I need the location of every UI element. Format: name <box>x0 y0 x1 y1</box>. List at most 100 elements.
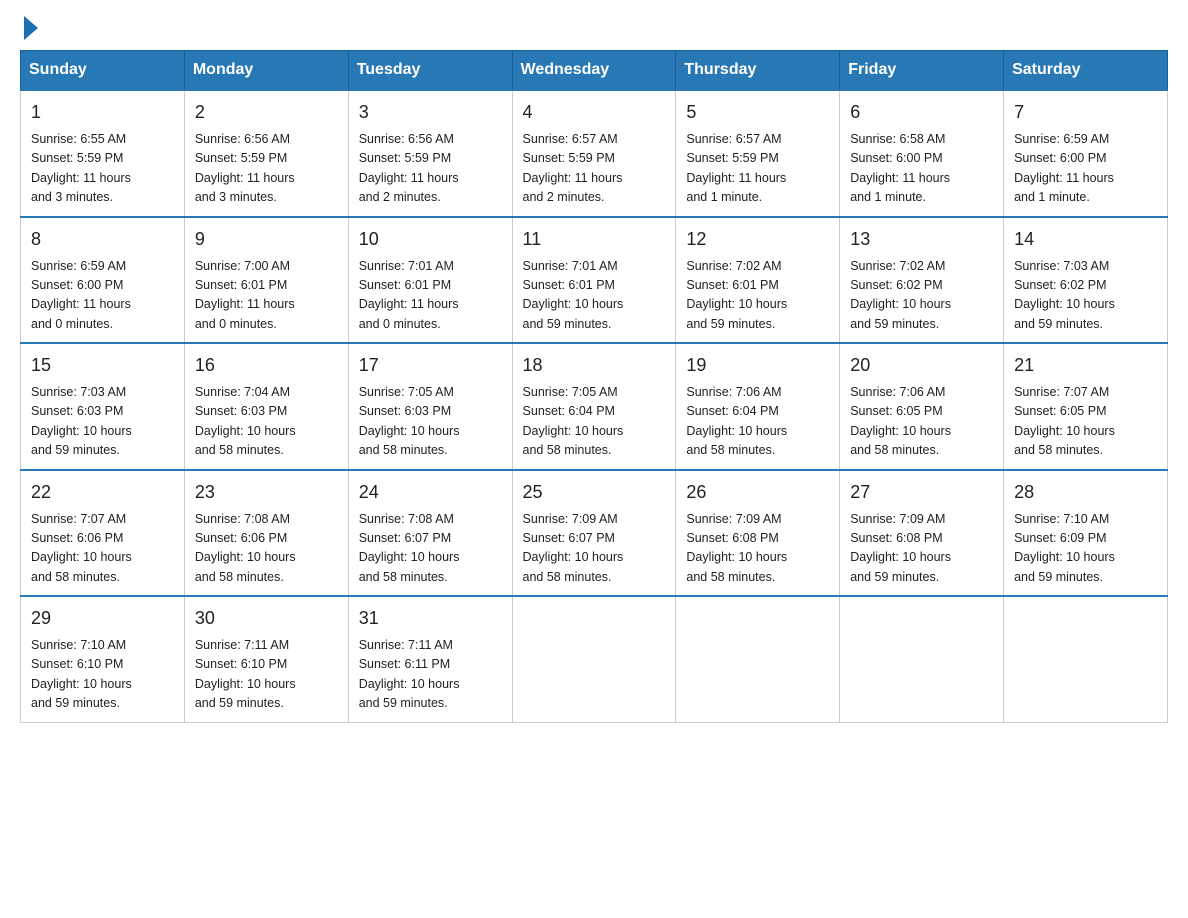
day-info: Sunrise: 7:05 AM Sunset: 6:04 PM Dayligh… <box>523 383 666 461</box>
day-info: Sunrise: 6:57 AM Sunset: 5:59 PM Dayligh… <box>523 130 666 208</box>
day-info: Sunrise: 6:55 AM Sunset: 5:59 PM Dayligh… <box>31 130 174 208</box>
calendar-empty-cell <box>1004 596 1168 722</box>
calendar-week-row: 1 Sunrise: 6:55 AM Sunset: 5:59 PM Daylig… <box>21 90 1168 217</box>
day-number: 1 <box>31 99 174 126</box>
calendar-day-16: 16 Sunrise: 7:04 AM Sunset: 6:03 PM Dayli… <box>184 343 348 470</box>
day-info: Sunrise: 7:09 AM Sunset: 6:08 PM Dayligh… <box>686 510 829 588</box>
day-info: Sunrise: 7:11 AM Sunset: 6:11 PM Dayligh… <box>359 636 502 714</box>
calendar-table: SundayMondayTuesdayWednesdayThursdayFrid… <box>20 50 1168 723</box>
logo-arrow-icon <box>24 16 38 40</box>
day-number: 11 <box>523 226 666 253</box>
day-number: 4 <box>523 99 666 126</box>
calendar-header-row: SundayMondayTuesdayWednesdayThursdayFrid… <box>21 51 1168 91</box>
day-number: 14 <box>1014 226 1157 253</box>
day-info: Sunrise: 6:56 AM Sunset: 5:59 PM Dayligh… <box>195 130 338 208</box>
calendar-day-22: 22Sunrise: 7:07 AM Sunset: 6:06 PM Dayli… <box>21 470 185 597</box>
day-number: 28 <box>1014 479 1157 506</box>
header-day-tuesday: Tuesday <box>348 51 512 91</box>
day-info: Sunrise: 6:59 AM Sunset: 6:00 PM Dayligh… <box>1014 130 1157 208</box>
day-info: Sunrise: 7:03 AM Sunset: 6:03 PM Dayligh… <box>31 383 174 461</box>
day-info: Sunrise: 7:03 AM Sunset: 6:02 PM Dayligh… <box>1014 257 1157 335</box>
calendar-day-23: 23Sunrise: 7:08 AM Sunset: 6:06 PM Dayli… <box>184 470 348 597</box>
calendar-day-30: 30 Sunrise: 7:11 AM Sunset: 6:10 PM Dayli… <box>184 596 348 722</box>
calendar-week-row: 8 Sunrise: 6:59 AM Sunset: 6:00 PM Daylig… <box>21 217 1168 344</box>
calendar-empty-cell <box>512 596 676 722</box>
day-info: Sunrise: 7:08 AM Sunset: 6:07 PM Dayligh… <box>359 510 502 588</box>
day-number: 13 <box>850 226 993 253</box>
day-info: Sunrise: 7:07 AM Sunset: 6:05 PM Dayligh… <box>1014 383 1157 461</box>
calendar-day-28: 28 Sunrise: 7:10 AM Sunset: 6:09 PM Dayli… <box>1004 470 1168 597</box>
day-info: Sunrise: 7:04 AM Sunset: 6:03 PM Dayligh… <box>195 383 338 461</box>
day-info: Sunrise: 7:09 AM Sunset: 6:08 PM Dayligh… <box>850 510 993 588</box>
calendar-day-3: 3 Sunrise: 6:56 AM Sunset: 5:59 PM Daylig… <box>348 90 512 217</box>
day-number: 30 <box>195 605 338 632</box>
page-header <box>20 20 1168 32</box>
calendar-day-5: 5 Sunrise: 6:57 AM Sunset: 5:59 PM Daylig… <box>676 90 840 217</box>
calendar-day-10: 10Sunrise: 7:01 AM Sunset: 6:01 PM Dayli… <box>348 217 512 344</box>
calendar-week-row: 15 Sunrise: 7:03 AM Sunset: 6:03 PM Dayli… <box>21 343 1168 470</box>
header-day-sunday: Sunday <box>21 51 185 91</box>
day-number: 6 <box>850 99 993 126</box>
calendar-empty-cell <box>676 596 840 722</box>
calendar-day-11: 11 Sunrise: 7:01 AM Sunset: 6:01 PM Dayli… <box>512 217 676 344</box>
header-day-saturday: Saturday <box>1004 51 1168 91</box>
day-info: Sunrise: 6:56 AM Sunset: 5:59 PM Dayligh… <box>359 130 502 208</box>
day-number: 2 <box>195 99 338 126</box>
calendar-day-14: 14 Sunrise: 7:03 AM Sunset: 6:02 PM Dayli… <box>1004 217 1168 344</box>
day-number: 31 <box>359 605 502 632</box>
calendar-day-18: 18 Sunrise: 7:05 AM Sunset: 6:04 PM Dayli… <box>512 343 676 470</box>
day-info: Sunrise: 7:10 AM Sunset: 6:09 PM Dayligh… <box>1014 510 1157 588</box>
header-day-thursday: Thursday <box>676 51 840 91</box>
day-number: 9 <box>195 226 338 253</box>
day-info: Sunrise: 7:11 AM Sunset: 6:10 PM Dayligh… <box>195 636 338 714</box>
day-number: 8 <box>31 226 174 253</box>
day-info: Sunrise: 7:05 AM Sunset: 6:03 PM Dayligh… <box>359 383 502 461</box>
day-number: 27 <box>850 479 993 506</box>
day-info: Sunrise: 7:06 AM Sunset: 6:04 PM Dayligh… <box>686 383 829 461</box>
calendar-day-24: 24 Sunrise: 7:08 AM Sunset: 6:07 PM Dayli… <box>348 470 512 597</box>
day-info: Sunrise: 7:07 AM Sunset: 6:06 PM Dayligh… <box>31 510 174 588</box>
calendar-day-12: 12 Sunrise: 7:02 AM Sunset: 6:01 PM Dayli… <box>676 217 840 344</box>
day-number: 24 <box>359 479 502 506</box>
day-info: Sunrise: 6:59 AM Sunset: 6:00 PM Dayligh… <box>31 257 174 335</box>
day-info: Sunrise: 7:09 AM Sunset: 6:07 PM Dayligh… <box>523 510 666 588</box>
calendar-day-25: 25Sunrise: 7:09 AM Sunset: 6:07 PM Dayli… <box>512 470 676 597</box>
logo <box>20 20 38 32</box>
day-info: Sunrise: 7:02 AM Sunset: 6:01 PM Dayligh… <box>686 257 829 335</box>
calendar-week-row: 22Sunrise: 7:07 AM Sunset: 6:06 PM Dayli… <box>21 470 1168 597</box>
day-info: Sunrise: 7:02 AM Sunset: 6:02 PM Dayligh… <box>850 257 993 335</box>
day-number: 5 <box>686 99 829 126</box>
day-info: Sunrise: 6:57 AM Sunset: 5:59 PM Dayligh… <box>686 130 829 208</box>
calendar-day-15: 15 Sunrise: 7:03 AM Sunset: 6:03 PM Dayli… <box>21 343 185 470</box>
calendar-day-17: 17 Sunrise: 7:05 AM Sunset: 6:03 PM Dayli… <box>348 343 512 470</box>
day-info: Sunrise: 7:00 AM Sunset: 6:01 PM Dayligh… <box>195 257 338 335</box>
day-number: 19 <box>686 352 829 379</box>
day-number: 16 <box>195 352 338 379</box>
calendar-day-21: 21 Sunrise: 7:07 AM Sunset: 6:05 PM Dayli… <box>1004 343 1168 470</box>
day-info: Sunrise: 7:01 AM Sunset: 6:01 PM Dayligh… <box>523 257 666 335</box>
day-number: 10 <box>359 226 502 253</box>
calendar-day-9: 9 Sunrise: 7:00 AM Sunset: 6:01 PM Daylig… <box>184 217 348 344</box>
header-day-wednesday: Wednesday <box>512 51 676 91</box>
day-number: 21 <box>1014 352 1157 379</box>
header-day-friday: Friday <box>840 51 1004 91</box>
day-number: 3 <box>359 99 502 126</box>
day-number: 29 <box>31 605 174 632</box>
day-number: 15 <box>31 352 174 379</box>
calendar-empty-cell <box>840 596 1004 722</box>
calendar-day-26: 26Sunrise: 7:09 AM Sunset: 6:08 PM Dayli… <box>676 470 840 597</box>
calendar-day-6: 6Sunrise: 6:58 AM Sunset: 6:00 PM Daylig… <box>840 90 1004 217</box>
day-number: 7 <box>1014 99 1157 126</box>
calendar-day-1: 1 Sunrise: 6:55 AM Sunset: 5:59 PM Daylig… <box>21 90 185 217</box>
calendar-day-4: 4 Sunrise: 6:57 AM Sunset: 5:59 PM Daylig… <box>512 90 676 217</box>
calendar-day-20: 20Sunrise: 7:06 AM Sunset: 6:05 PM Dayli… <box>840 343 1004 470</box>
calendar-day-19: 19 Sunrise: 7:06 AM Sunset: 6:04 PM Dayli… <box>676 343 840 470</box>
day-number: 18 <box>523 352 666 379</box>
day-number: 23 <box>195 479 338 506</box>
day-number: 12 <box>686 226 829 253</box>
day-info: Sunrise: 7:10 AM Sunset: 6:10 PM Dayligh… <box>31 636 174 714</box>
calendar-day-29: 29 Sunrise: 7:10 AM Sunset: 6:10 PM Dayli… <box>21 596 185 722</box>
calendar-day-13: 13 Sunrise: 7:02 AM Sunset: 6:02 PM Dayli… <box>840 217 1004 344</box>
day-number: 20 <box>850 352 993 379</box>
day-number: 17 <box>359 352 502 379</box>
